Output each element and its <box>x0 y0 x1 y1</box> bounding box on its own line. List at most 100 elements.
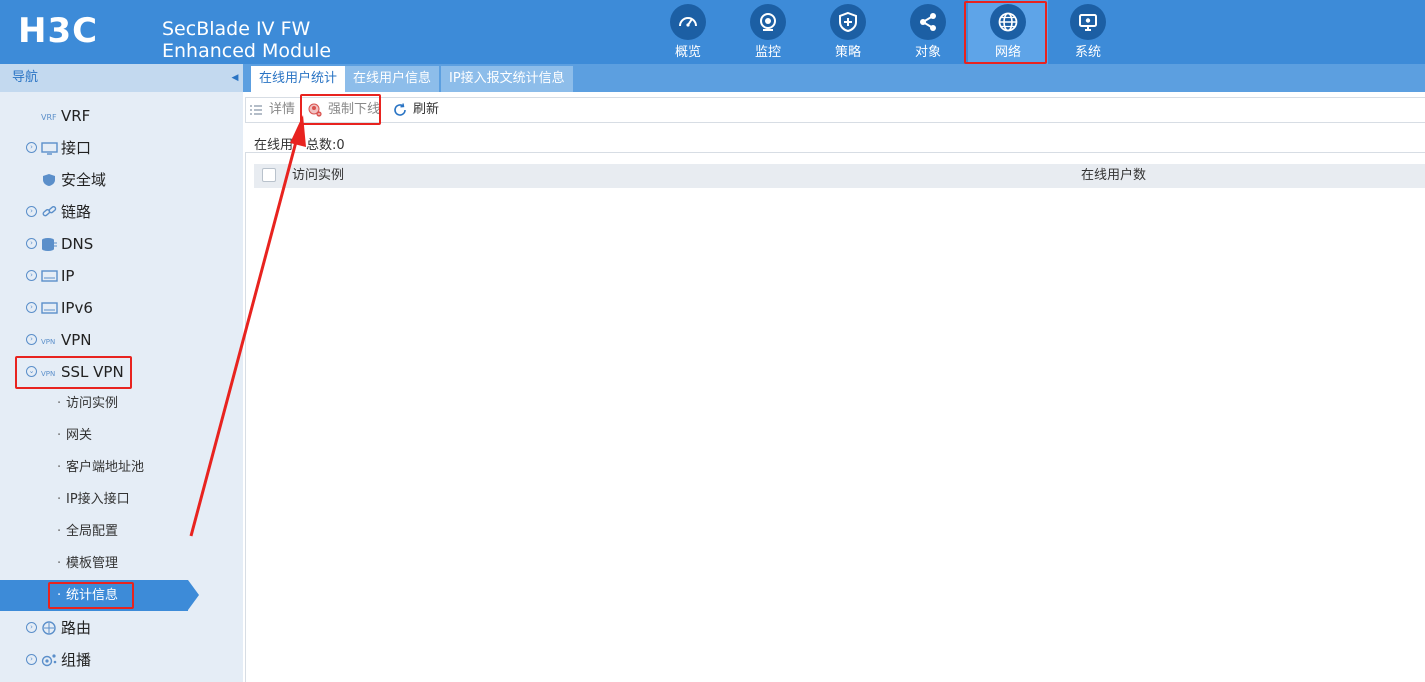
sidebar-item-label: 路由 <box>61 619 92 637</box>
top-header: H3C SecBlade IV FW Enhanced Module 概览 监控… <box>0 0 1425 64</box>
collapse-icon[interactable]: ⌄ <box>26 366 37 377</box>
sidebar-item-route[interactable]: › 路由 <box>0 614 243 642</box>
sidebar-subitem-global-config[interactable]: · 全局配置 <box>0 518 243 546</box>
list-icon <box>250 105 262 115</box>
refresh-icon <box>394 103 406 116</box>
product-line-2: Enhanced Module <box>162 40 332 62</box>
sidebar-collapse-button[interactable]: ◀ <box>229 68 241 88</box>
nav-label: 监控 <box>754 45 781 60</box>
bullet: · <box>57 460 62 475</box>
svg-text:VRF: VRF <box>41 113 57 122</box>
nav-label: 策略 <box>834 45 861 60</box>
tab-ip-access-packet-stats[interactable]: IP接入报文统计信息 <box>441 66 573 92</box>
sidebar-item-label: 接口 <box>61 139 92 157</box>
ssl-vpn-icon: VPN <box>41 370 55 378</box>
sidebar-item-multicast[interactable]: › 组播 <box>0 646 243 674</box>
product-name: SecBlade IV FW Enhanced Module <box>162 18 331 62</box>
h3c-logo: H3C <box>18 12 97 48</box>
expand-icon[interactable]: › <box>26 622 37 633</box>
sidebar-item-ipv6[interactable]: › IPv6 <box>0 294 243 322</box>
sidebar-subitem-gateway[interactable]: · 网关 <box>0 422 243 450</box>
sidebar-subitem-label: 全局配置 <box>66 524 119 539</box>
nav-monitor[interactable]: 监控 <box>728 0 808 64</box>
bullet: · <box>57 428 62 443</box>
expand-icon[interactable]: › <box>26 334 37 345</box>
monitor-settings-icon <box>1070 4 1106 40</box>
tab-online-user-stats[interactable]: 在线用户统计 <box>251 66 346 92</box>
bullet: · <box>57 524 62 539</box>
expand-icon[interactable]: › <box>26 238 37 249</box>
vrf-icon: VRF <box>41 113 57 122</box>
nav-system[interactable]: 系统 <box>1048 0 1128 64</box>
sidebar-item-label: VPN <box>61 331 92 349</box>
online-total-value: 0 <box>336 138 345 153</box>
sidebar-item-label: VRF <box>61 107 91 125</box>
sidebar-item-link[interactable]: › 链路 <box>0 198 243 226</box>
vpn-icon: VPN <box>41 338 55 346</box>
ip-icon <box>41 270 58 282</box>
sidebar-item-label: SSL VPN <box>61 363 124 381</box>
dashboard-icon <box>670 4 706 40</box>
sidebar-item-vpn[interactable]: › VPN VPN <box>0 326 243 354</box>
expand-icon[interactable]: › <box>26 654 37 665</box>
nav-label: 对象 <box>914 45 941 60</box>
sidebar-subitem-label: IP接入接口 <box>66 492 130 507</box>
sidebar-subitem-statistics[interactable]: · 统计信息 <box>0 582 243 610</box>
sidebar-subitem-label: 统计信息 <box>66 588 119 603</box>
sidebar-item-interface[interactable]: › 接口 <box>0 134 243 162</box>
nav-overview[interactable]: 概览 <box>648 0 728 64</box>
sidebar-subitem-label: 访问实例 <box>66 396 119 411</box>
dns-icon <box>42 238 57 251</box>
nav-label: 概览 <box>674 45 701 60</box>
column-header-access-instance[interactable]: 访问实例 <box>292 164 344 188</box>
bullet: · <box>57 556 62 571</box>
sidebar-item-label: 安全域 <box>61 171 107 189</box>
multicast-icon <box>41 654 57 667</box>
sidebar-item-ip[interactable]: › IP <box>0 262 243 290</box>
refresh-label: 刷新 <box>413 102 440 117</box>
sidebar-item-label: 链路 <box>61 203 92 221</box>
nav-label: 系统 <box>1074 45 1101 60</box>
nav-policy[interactable]: 策略 <box>808 0 888 64</box>
bullet: · <box>57 396 62 411</box>
bullet: · <box>57 492 62 507</box>
nav-label: 网络 <box>994 45 1021 60</box>
online-user-total: 在线用户总数:0 <box>254 134 345 153</box>
camera-icon <box>750 4 786 40</box>
select-all-checkbox[interactable] <box>262 168 276 182</box>
sidebar-item-ssl-vpn[interactable]: ⌄ VPN SSL VPN <box>0 358 243 386</box>
details-label: 详情 <box>269 102 296 117</box>
tab-bar: 在线用户统计 在线用户信息 IP接入报文统计信息 <box>243 64 1425 92</box>
table-header: 访问实例 在线用户数 <box>254 164 1425 188</box>
bullet: · <box>57 588 62 603</box>
sidebar-item-security-zone[interactable]: 安全域 <box>0 166 243 194</box>
expand-icon[interactable]: › <box>26 270 37 281</box>
route-icon <box>42 621 56 635</box>
action-toolbar: 详情 强制下线 刷新 <box>245 97 1425 123</box>
content-panel <box>245 152 1425 682</box>
sidebar-title: 导航 <box>0 64 243 92</box>
sidebar-subitem-label: 网关 <box>66 428 93 443</box>
online-total-label: 在线用户总数: <box>254 138 337 153</box>
shield-plus-icon <box>830 4 866 40</box>
expand-icon[interactable]: › <box>26 142 37 153</box>
force-offline-label: 强制下线 <box>328 102 381 117</box>
sidebar-subitem-access-instance[interactable]: · 访问实例 <box>0 390 243 418</box>
expand-icon[interactable]: › <box>26 302 37 313</box>
nav-network[interactable]: 网络 <box>968 0 1048 64</box>
sidebar-subitem-ip-access-interface[interactable]: · IP接入接口 <box>0 486 243 514</box>
globe-icon <box>990 4 1026 40</box>
ipv6-icon <box>41 302 58 314</box>
nav-object[interactable]: 对象 <box>888 0 968 64</box>
sidebar-subitem-template-mgmt[interactable]: · 模板管理 <box>0 550 243 578</box>
sidebar-subitem-label: 客户端地址池 <box>66 460 145 475</box>
sidebar-item-vrf[interactable]: VRF VRF <box>0 102 243 130</box>
tab-online-user-info[interactable]: 在线用户信息 <box>345 66 440 92</box>
expand-icon[interactable]: › <box>26 206 37 217</box>
column-header-online-users[interactable]: 在线用户数 <box>1081 164 1146 188</box>
sidebar-item-dns[interactable]: › DNS <box>0 230 243 258</box>
sidebar-item-label: 组播 <box>61 651 92 669</box>
sidebar-item-label: DNS <box>61 235 94 253</box>
sidebar-subitem-client-pool[interactable]: · 客户端地址池 <box>0 454 243 482</box>
interface-icon <box>41 142 58 155</box>
